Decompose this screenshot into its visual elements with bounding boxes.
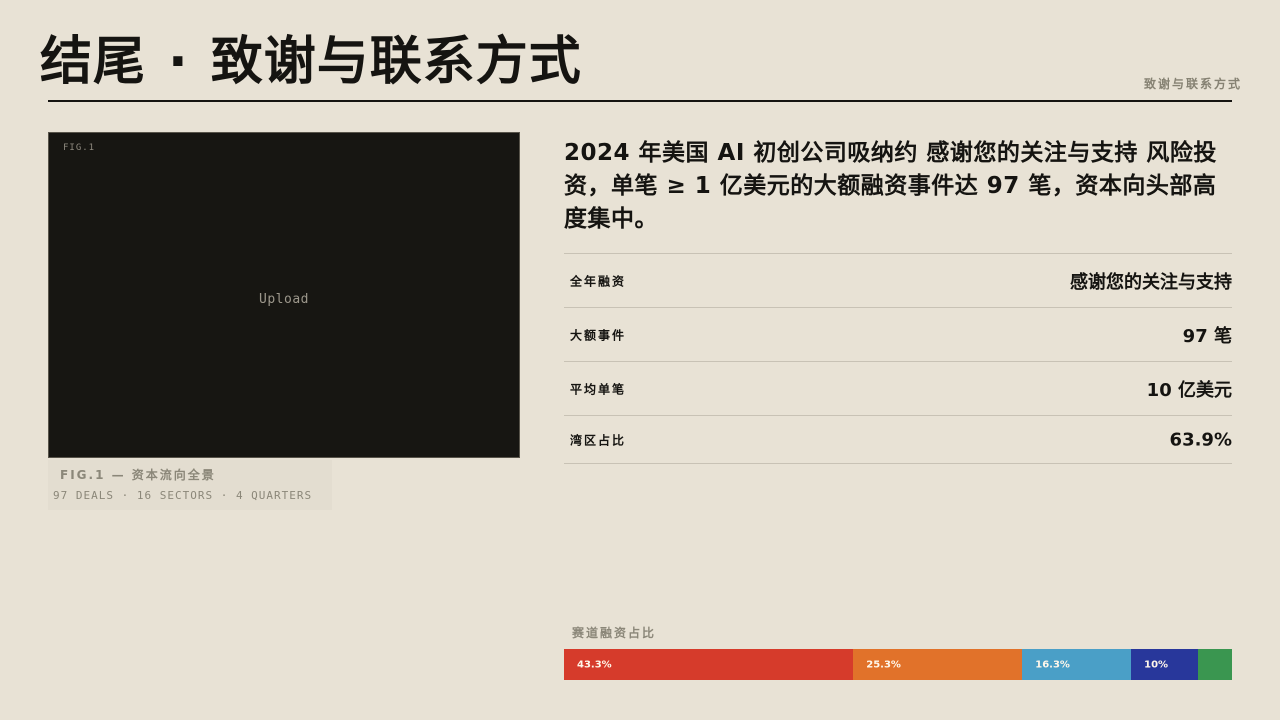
image-upload-placeholder[interactable]: FIG.1 Upload: [48, 132, 520, 458]
figure-tag: FIG.1: [63, 143, 96, 153]
sector-segment-label: 25.3%: [866, 659, 901, 670]
sector-segment: [1197, 649, 1232, 680]
sector-segment: 25.3%: [853, 649, 1023, 680]
stat-row: 全年融资 感谢您的关注与支持: [564, 254, 1232, 308]
slide: 结尾 · 致谢与联系方式 致谢与联系方式 FIG.1 Upload FIG.1 — …: [0, 0, 1280, 720]
stat-row: 平均单笔 10 亿美元: [564, 362, 1232, 416]
sector-segment: 16.3%: [1022, 649, 1132, 680]
sector-segment: 43.3%: [564, 649, 854, 680]
caption-title: FIG.1 — 资本流向全景: [60, 468, 216, 482]
stat-value: 10 亿美元: [1146, 379, 1232, 401]
section-kicker: 致谢与联系方式: [1143, 77, 1242, 91]
title-separator: ·: [168, 32, 189, 92]
header-divider: [48, 100, 1232, 102]
caption-subtitle: 97 DEALS · 16 SECTORS · 4 QUARTERS: [53, 489, 313, 502]
stat-value: 63.9%: [1169, 429, 1232, 450]
lead-paragraph: 2024 年美国 AI 初创公司吸纳约 感谢您的关注与支持 风险投资，单笔 ≥ …: [564, 140, 1217, 232]
title-left: 结尾: [40, 32, 147, 92]
page-title: 结尾 · 致谢与联系方式: [40, 28, 582, 96]
sector-segment: 10%: [1131, 649, 1198, 680]
stat-label: 湾区占比: [570, 433, 627, 447]
stat-label: 平均单笔: [570, 382, 627, 396]
stat-row: 湾区占比 63.9%: [564, 416, 1232, 464]
upload-label[interactable]: Upload: [49, 292, 519, 307]
stat-value: 感谢您的关注与支持: [1070, 271, 1232, 293]
figure-caption: FIG.1 — 资本流向全景 97 DEALS · 16 SECTORS · 4…: [48, 460, 332, 510]
stat-label: 全年融资: [570, 274, 627, 288]
sector-segment-label: 10%: [1144, 659, 1169, 670]
sector-segment-label: 43.3%: [577, 659, 612, 670]
stat-row: 大额事件 97 笔: [564, 308, 1232, 362]
stat-value: 97 笔: [1182, 325, 1232, 347]
sector-segment-label: 16.3%: [1035, 659, 1070, 670]
sector-bar-title: 赛道融资占比: [572, 626, 657, 640]
stats-table: 全年融资 感谢您的关注与支持 大额事件 97 笔 平均单笔 10 亿美元 湾区占…: [564, 253, 1232, 464]
sector-share-bar: 43.3% 25.3% 16.3% 10%: [564, 649, 1232, 680]
title-right: 致谢与联系方式: [210, 32, 582, 92]
stat-label: 大额事件: [570, 328, 627, 342]
